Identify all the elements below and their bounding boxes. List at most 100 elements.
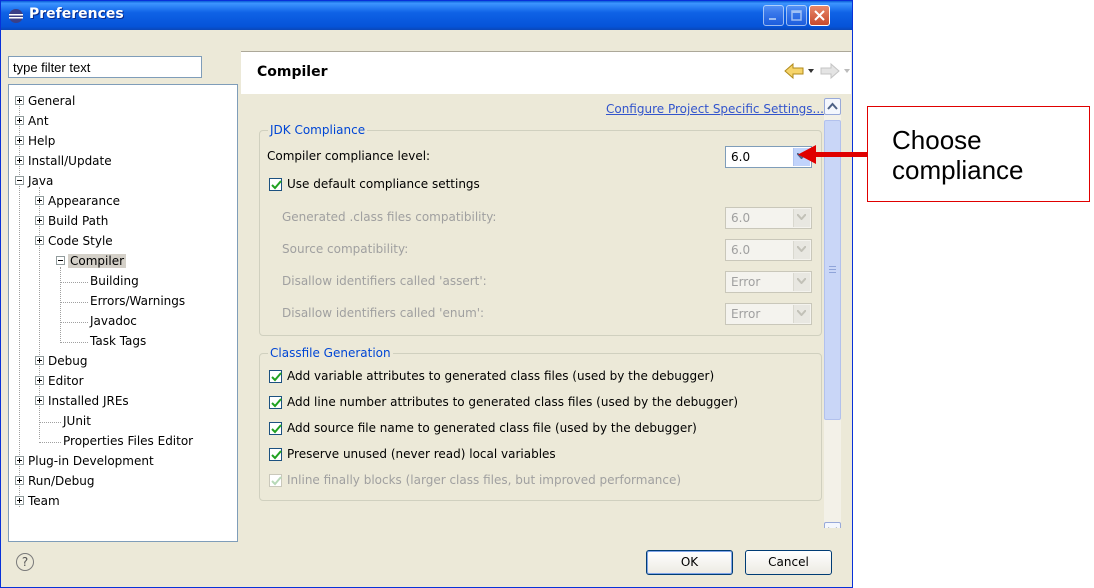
source-compat-select[interactable]: 6.0 — [725, 239, 812, 261]
minimize-icon — [769, 18, 776, 20]
tree-item-appearance[interactable]: Appearance — [35, 192, 120, 210]
page-header: Compiler — [241, 51, 851, 95]
generated-compat-label: Generated .class files compatibility: — [282, 210, 497, 224]
disallow-assert-select[interactable]: Error — [725, 271, 812, 293]
tree-line — [60, 267, 61, 343]
variable-attributes-label: Add variable attributes to generated cla… — [287, 369, 715, 383]
tree-line — [60, 302, 88, 303]
expand-icon[interactable] — [35, 236, 44, 245]
tree-item-general[interactable]: General — [15, 92, 75, 110]
expand-icon[interactable] — [35, 396, 44, 405]
expand-icon[interactable] — [15, 456, 24, 465]
expand-icon[interactable] — [15, 476, 24, 485]
disallow-enum-label: Disallow identifiers called 'enum': — [282, 306, 485, 320]
annotation-arrow — [798, 145, 870, 164]
chevron-down-icon — [828, 527, 837, 528]
tree-line — [60, 342, 88, 343]
tree-item-team[interactable]: Team — [15, 492, 60, 510]
checkmark-icon — [271, 398, 282, 408]
expand-icon[interactable] — [15, 136, 24, 145]
page-title: Compiler — [257, 64, 328, 80]
disallow-enum-select[interactable]: Error — [725, 303, 812, 325]
expand-icon[interactable] — [15, 496, 24, 505]
line-number-attributes-checkbox[interactable] — [269, 396, 282, 409]
tree-line — [60, 282, 88, 283]
cancel-button[interactable]: Cancel — [745, 550, 832, 575]
expand-icon[interactable] — [35, 376, 44, 385]
disallow-assert-label: Disallow identifiers called 'assert': — [282, 274, 487, 288]
tree-item-compiler[interactable]: Compiler — [56, 252, 127, 270]
back-arrow-icon[interactable] — [783, 62, 815, 80]
line-number-attributes-label: Add line number attributes to generated … — [287, 395, 739, 409]
tree-item-installed-jres[interactable]: Installed JREs — [35, 392, 129, 410]
tree-item-java[interactable]: Java — [15, 172, 53, 190]
minimize-button[interactable] — [763, 5, 784, 26]
tree-item-errors-warnings[interactable]: Errors/Warnings — [90, 292, 185, 310]
tree-item-install-update[interactable]: Install/Update — [15, 152, 112, 170]
classfile-generation-title: Classfile Generation — [268, 346, 393, 360]
checkmark-icon — [271, 180, 282, 190]
eclipse-icon — [9, 9, 23, 23]
source-file-name-checkbox[interactable] — [269, 422, 282, 435]
compiler-page: Configure Project Specific Settings... J… — [241, 94, 851, 528]
preserve-unused-checkbox[interactable] — [269, 448, 282, 461]
filter-input[interactable] — [8, 56, 202, 78]
configure-project-link[interactable]: Configure Project Specific Settings... — [606, 102, 824, 116]
collapse-icon[interactable] — [15, 176, 24, 185]
maximize-icon — [791, 10, 802, 21]
tree-line — [60, 322, 88, 323]
use-default-compliance-checkbox[interactable] — [269, 178, 282, 191]
tree-item-building[interactable]: Building — [90, 272, 139, 290]
inline-finally-checkbox[interactable] — [269, 474, 282, 487]
chevron-down-icon[interactable] — [793, 305, 810, 323]
chevron-down-icon[interactable] — [793, 273, 810, 291]
scroll-down-button[interactable] — [824, 522, 841, 528]
tree-item-editor[interactable]: Editor — [35, 372, 84, 390]
variable-attributes-checkbox[interactable] — [269, 370, 282, 383]
tree-item-ant[interactable]: Ant — [15, 112, 49, 130]
generated-compat-select[interactable]: 6.0 — [725, 207, 812, 229]
maximize-button[interactable] — [786, 5, 807, 26]
tree-item-build-path[interactable]: Build Path — [35, 212, 108, 230]
chevron-up-icon — [827, 102, 838, 110]
tree-item-task-tags[interactable]: Task Tags — [90, 332, 146, 350]
tree-item-junit[interactable]: JUnit — [63, 412, 91, 430]
annotation-box: Choose compliance — [867, 106, 1090, 202]
compliance-level-label: Compiler compliance level: — [267, 149, 431, 163]
tree-item-plugin-development[interactable]: Plug-in Development — [15, 452, 154, 470]
checkmark-icon — [271, 476, 282, 486]
chevron-down-icon[interactable] — [793, 209, 810, 227]
forward-arrow-icon[interactable] — [819, 62, 851, 80]
expand-icon[interactable] — [35, 196, 44, 205]
use-default-compliance-label: Use default compliance settings — [287, 177, 480, 191]
close-button[interactable] — [809, 5, 830, 26]
jdk-compliance-group: JDK Compliance Compiler compliance level… — [259, 123, 822, 336]
help-icon[interactable]: ? — [16, 553, 34, 571]
collapse-icon[interactable] — [56, 256, 65, 265]
tree-item-javadoc[interactable]: Javadoc — [90, 312, 137, 330]
title-bar[interactable]: Preferences — [1, 1, 852, 30]
checkmark-icon — [271, 450, 282, 460]
ok-button[interactable]: OK — [646, 550, 733, 575]
preferences-window: Preferences General Ant — [0, 0, 853, 588]
expand-icon[interactable] — [15, 96, 24, 105]
preserve-unused-label: Preserve unused (never read) local varia… — [287, 447, 556, 461]
inline-finally-label: Inline finally blocks (larger class file… — [287, 473, 682, 487]
source-compat-label: Source compatibility: — [282, 242, 409, 256]
expand-icon[interactable] — [15, 156, 24, 165]
close-icon — [814, 10, 825, 21]
tree-item-run-debug[interactable]: Run/Debug — [15, 472, 95, 490]
tree-item-code-style[interactable]: Code Style — [35, 232, 113, 250]
expand-icon[interactable] — [15, 116, 24, 125]
annotation-line-1: Choose — [892, 125, 982, 155]
tree-item-help[interactable]: Help — [15, 132, 55, 150]
classfile-generation-group: Classfile Generation Add variable attrib… — [259, 346, 822, 501]
scroll-up-button[interactable] — [824, 98, 841, 115]
tree-item-debug[interactable]: Debug — [35, 352, 87, 370]
chevron-down-icon[interactable] — [793, 241, 810, 259]
annotation-line-2: compliance — [892, 155, 1024, 185]
expand-icon[interactable] — [35, 356, 44, 365]
expand-icon[interactable] — [35, 216, 44, 225]
window-title: Preferences — [29, 6, 124, 22]
tree-item-properties-files-editor[interactable]: Properties Files Editor — [63, 432, 193, 450]
